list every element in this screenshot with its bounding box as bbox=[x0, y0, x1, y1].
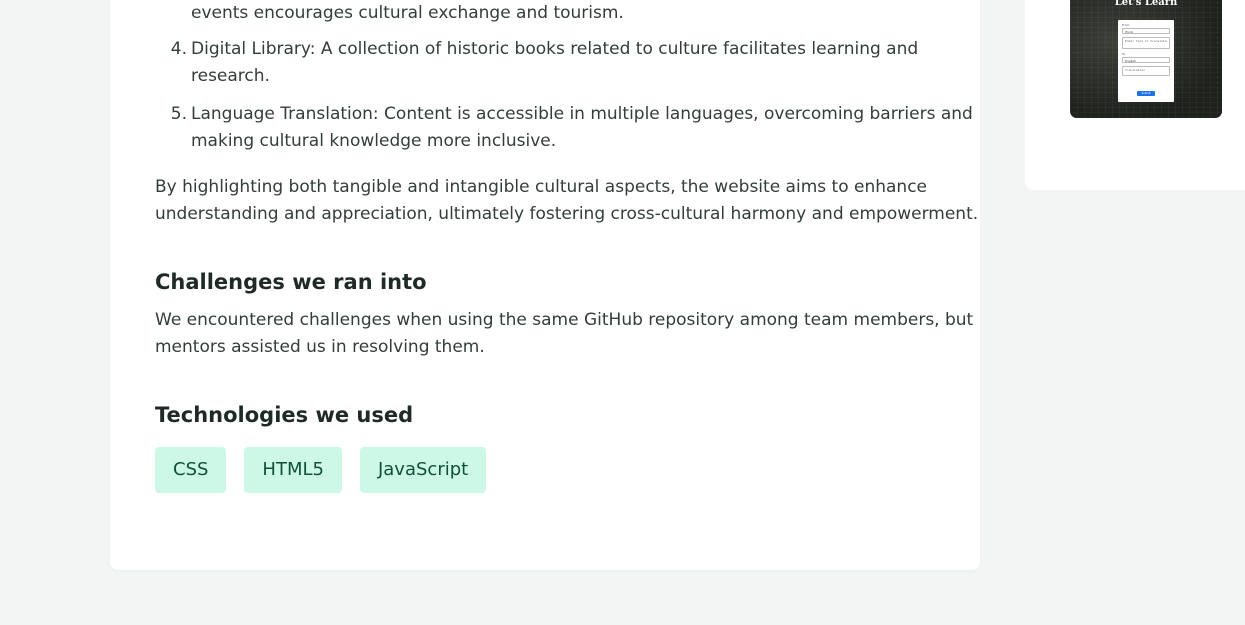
tag-javascript[interactable]: JavaScript bbox=[359, 447, 487, 493]
challenges-text-line2: mentors assisted us in resolving them. bbox=[155, 337, 485, 357]
challenges-heading: Challenges we ran into bbox=[155, 270, 427, 294]
thumbnail-title: Let's Learn bbox=[1114, 0, 1178, 8]
technology-tags: CSS HTML5 JavaScript bbox=[155, 447, 487, 493]
thumb-output-area: Translation bbox=[1122, 66, 1170, 76]
thumb-to-select: English bbox=[1122, 57, 1170, 63]
thumb-from-label: From bbox=[1122, 23, 1130, 27]
challenges-text-line1: We encountered challenges when using the… bbox=[155, 310, 974, 330]
tag-html5[interactable]: HTML5 bbox=[244, 447, 342, 493]
thumb-from-select: Hindi bbox=[1122, 28, 1170, 34]
technologies-heading: Technologies we used bbox=[155, 403, 414, 427]
tag-css[interactable]: CSS bbox=[155, 447, 227, 493]
thumbnail-translate-form: From Hindi Enter text to translate To En… bbox=[1118, 20, 1174, 102]
list-item-5-line1: Language Translation: Content is accessi… bbox=[191, 104, 973, 124]
list-item-5-number: 5. bbox=[170, 104, 187, 124]
summary-paragraph-line2: understanding and appreciation, ultimate… bbox=[155, 204, 979, 224]
thumb-input-area: Enter text to translate bbox=[1122, 37, 1170, 49]
summary-paragraph-line1: By highlighting both tangible and intang… bbox=[155, 177, 927, 197]
thumb-submit-button: Submit bbox=[1137, 91, 1155, 96]
list-item-4-line1: Digital Library: A collection of histori… bbox=[191, 39, 919, 59]
thumb-to-label: To bbox=[1122, 52, 1126, 56]
list-item-3-continuation: events encourages cultural exchange and … bbox=[191, 3, 624, 23]
list-item-5-line2: making cultural knowledge more inclusive… bbox=[191, 131, 557, 151]
list-item-4-number: 4. bbox=[170, 39, 187, 59]
list-item-4-line2: research. bbox=[191, 66, 270, 86]
gallery-thumbnail[interactable]: Let's Learn From Hindi Enter text to tra… bbox=[1070, 0, 1222, 118]
